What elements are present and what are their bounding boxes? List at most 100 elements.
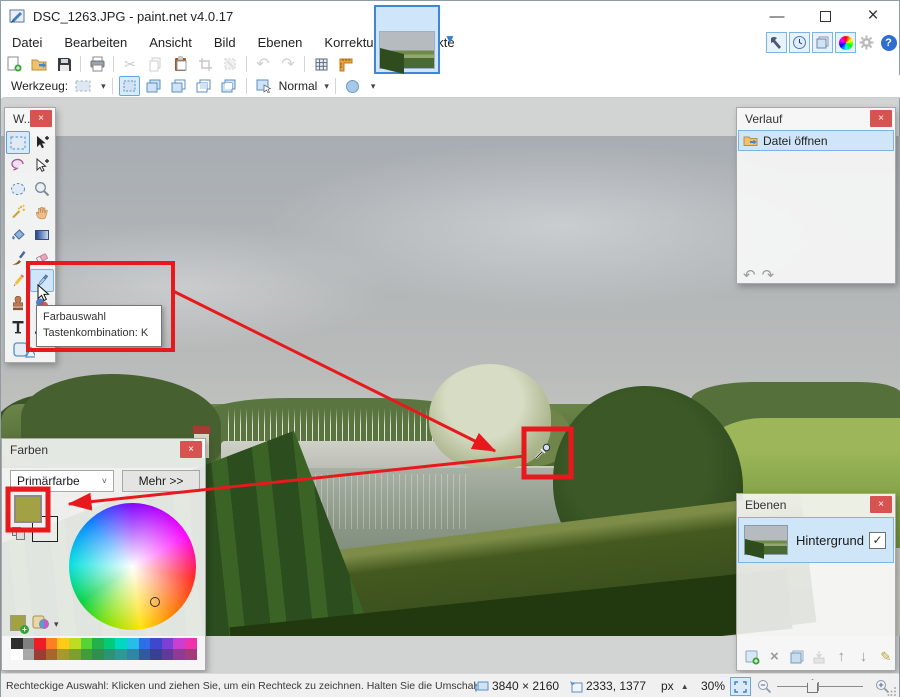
more-button[interactable]: Mehr >> bbox=[122, 470, 200, 492]
palette-swatch[interactable] bbox=[34, 638, 46, 649]
history-redo-button[interactable]: ↷ bbox=[762, 266, 775, 284]
palette-swatch[interactable] bbox=[127, 638, 139, 649]
selection-mode-subtract-button[interactable] bbox=[169, 76, 190, 96]
menu-bild[interactable]: Bild bbox=[203, 32, 247, 53]
palette-swatch[interactable] bbox=[150, 649, 162, 660]
blend-mode-value[interactable]: Normal bbox=[279, 79, 318, 93]
palette-swatch[interactable] bbox=[185, 649, 197, 660]
color-wheel[interactable] bbox=[69, 503, 196, 630]
save-button[interactable] bbox=[53, 54, 75, 74]
palette-swatch[interactable] bbox=[150, 638, 162, 649]
tools-panel-header[interactable]: W... × bbox=[5, 108, 55, 129]
menu-ansicht[interactable]: Ansicht bbox=[138, 32, 203, 53]
palette-swatch[interactable] bbox=[81, 638, 93, 649]
palette-swatch[interactable] bbox=[57, 638, 69, 649]
layer-row-hintergrund[interactable]: Hintergrund ✓ bbox=[738, 517, 894, 563]
history-item-open-file[interactable]: Datei öffnen bbox=[738, 130, 894, 151]
primary-color-swatch[interactable] bbox=[14, 495, 42, 523]
layer-properties-button[interactable]: ✎ bbox=[877, 647, 895, 666]
palette-swatch[interactable] bbox=[162, 638, 174, 649]
palette-swatch[interactable] bbox=[34, 649, 46, 660]
palette-swatch[interactable] bbox=[127, 649, 139, 660]
add-layer-button[interactable] bbox=[743, 647, 761, 666]
color-wheel-marker[interactable] bbox=[150, 597, 160, 607]
swap-colors-button[interactable] bbox=[12, 527, 27, 542]
palette-swatch[interactable] bbox=[104, 649, 116, 660]
palette-swatch[interactable] bbox=[173, 649, 185, 660]
undo-button[interactable]: ↶ bbox=[252, 54, 274, 74]
tools-panel-close-button[interactable]: × bbox=[30, 110, 52, 127]
palette-swatch[interactable] bbox=[57, 649, 69, 660]
menu-datei[interactable]: Datei bbox=[1, 32, 53, 53]
maximize-button[interactable] bbox=[803, 1, 847, 31]
tool-move-selected-pixels[interactable] bbox=[30, 131, 54, 154]
palette-swatch[interactable] bbox=[92, 638, 104, 649]
antialiasing-toggle[interactable] bbox=[342, 76, 364, 96]
toggle-colors-panel-button[interactable] bbox=[835, 32, 856, 53]
palette-swatch[interactable] bbox=[104, 638, 116, 649]
palette-swatch[interactable] bbox=[185, 638, 197, 649]
move-layer-up-button[interactable]: ↑ bbox=[832, 647, 850, 666]
palette-swatch[interactable] bbox=[115, 649, 127, 660]
menu-ebenen[interactable]: Ebenen bbox=[247, 32, 314, 53]
delete-layer-button[interactable]: × bbox=[765, 647, 783, 666]
zoom-to-window-button[interactable] bbox=[730, 677, 751, 696]
settings-button[interactable] bbox=[856, 32, 877, 53]
ruler-toggle-button[interactable] bbox=[335, 54, 357, 74]
colors-panel-header[interactable]: Farben × bbox=[2, 439, 205, 460]
palette-swatch[interactable] bbox=[81, 649, 93, 660]
selection-mode-add-button[interactable] bbox=[144, 76, 165, 96]
selection-mode-replace-button[interactable] bbox=[119, 76, 140, 96]
cut-button[interactable]: ✂ bbox=[119, 54, 141, 74]
palette-swatch[interactable] bbox=[23, 638, 35, 649]
palette-menu-button[interactable] bbox=[32, 614, 50, 630]
merge-layer-down-button[interactable] bbox=[810, 647, 828, 666]
grid-toggle-button[interactable] bbox=[310, 54, 332, 74]
paste-button[interactable] bbox=[169, 54, 191, 74]
tool-ellipse-select[interactable] bbox=[6, 177, 30, 200]
tool-shapes[interactable] bbox=[12, 338, 36, 361]
open-file-button[interactable] bbox=[28, 54, 50, 74]
tool-eraser[interactable] bbox=[30, 246, 54, 269]
layers-panel-header[interactable]: Ebenen × bbox=[737, 494, 895, 515]
toggle-layers-panel-button[interactable] bbox=[812, 32, 833, 53]
layers-panel-close-button[interactable]: × bbox=[870, 496, 892, 513]
unit-selector[interactable]: px ▲ bbox=[661, 679, 689, 693]
palette-swatch[interactable] bbox=[92, 649, 104, 660]
palette-swatch[interactable] bbox=[23, 649, 35, 660]
zoom-out-button[interactable] bbox=[757, 679, 772, 694]
selection-render-mode[interactable] bbox=[253, 76, 275, 96]
move-layer-down-button[interactable]: ↓ bbox=[854, 647, 872, 666]
history-panel-close-button[interactable]: × bbox=[870, 110, 892, 127]
palette-swatch[interactable] bbox=[139, 638, 151, 649]
tool-paint-bucket[interactable] bbox=[6, 223, 30, 246]
tool-lasso-select[interactable] bbox=[6, 154, 30, 177]
palette-menu-chevron[interactable]: ▾ bbox=[54, 619, 59, 630]
history-panel-header[interactable]: Verlauf × bbox=[737, 108, 895, 129]
zoom-slider-track[interactable] bbox=[777, 686, 863, 687]
tool-zoom[interactable] bbox=[30, 177, 54, 200]
crop-button[interactable] bbox=[194, 54, 216, 74]
print-button[interactable] bbox=[86, 54, 108, 74]
redo-button[interactable]: ↷ bbox=[277, 54, 299, 74]
tool-rectangle-select[interactable] bbox=[6, 131, 30, 154]
help-button[interactable]: ? bbox=[878, 32, 899, 53]
add-color-to-palette-button[interactable]: + bbox=[10, 615, 26, 631]
palette-swatch[interactable] bbox=[46, 638, 58, 649]
zoom-slider-thumb[interactable] bbox=[807, 679, 818, 693]
tool-paintbrush[interactable] bbox=[6, 246, 30, 269]
resize-grip[interactable] bbox=[887, 686, 897, 696]
palette-swatch[interactable] bbox=[69, 649, 81, 660]
selection-mode-intersect-button[interactable] bbox=[194, 76, 215, 96]
palette-swatch[interactable] bbox=[162, 649, 174, 660]
palette-swatch[interactable] bbox=[173, 638, 185, 649]
palette-swatch[interactable] bbox=[139, 649, 151, 660]
image-tab[interactable] bbox=[374, 5, 440, 74]
antialias-chevron[interactable]: ▾ bbox=[371, 81, 376, 92]
current-tool-button[interactable] bbox=[72, 76, 94, 96]
image-list-chevron[interactable]: ▼ bbox=[444, 32, 456, 46]
minimize-button[interactable]: — bbox=[755, 1, 799, 31]
tool-clone-stamp[interactable] bbox=[6, 292, 30, 315]
toggle-history-panel-button[interactable] bbox=[789, 32, 810, 53]
palette-swatch[interactable] bbox=[11, 649, 23, 660]
